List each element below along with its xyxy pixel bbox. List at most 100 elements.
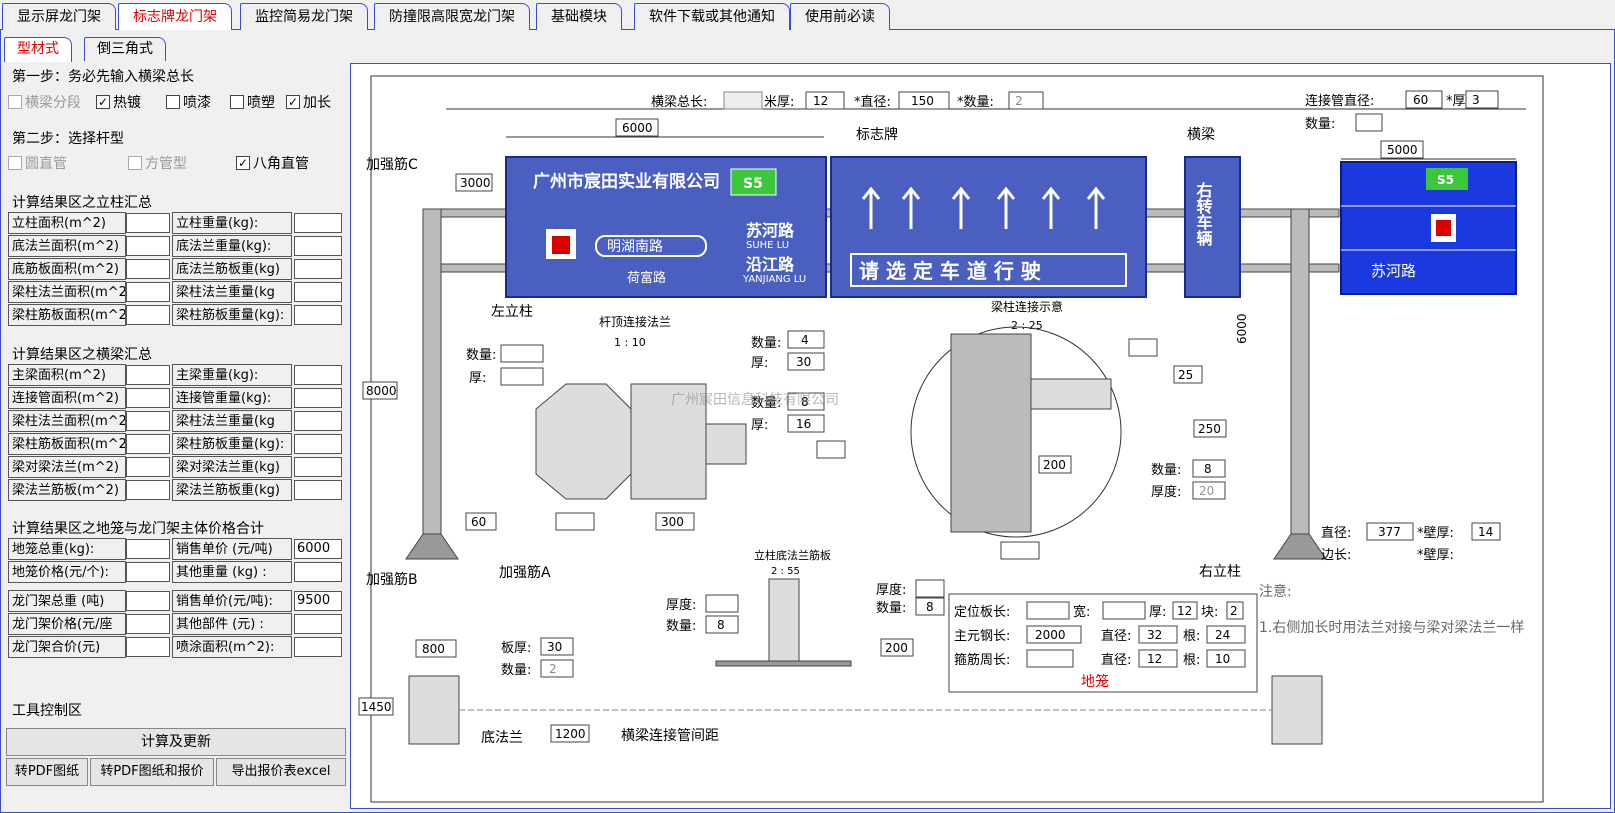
beam-sum-row: 梁柱法兰面积(m^2 梁柱法兰重量(kg [8,410,348,432]
beam-sum-input[interactable] [126,480,170,500]
tab-sign-gantry[interactable]: 标志牌龙门架 [118,3,232,31]
col-sum-input[interactable] [126,282,170,302]
col-wall-value: 14 [1478,525,1493,539]
beam-sum-label2: 主梁重量(kg): [172,364,292,386]
spray-paint-checkbox[interactable]: 喷漆 [166,92,211,112]
plate-thick-label: 板厚: [501,641,531,656]
sign1-road-yanjiang-en: YANJIANG LU [742,274,806,285]
tab-base-module[interactable]: 基础模块 [536,3,622,30]
col-sum-row: 立柱面积(m^2) 立柱重量(kg): [8,212,348,234]
conn-dia-label: 连接管直径: [1305,93,1374,109]
beam-sum-input[interactable] [126,411,170,431]
cage-price-input2[interactable]: 6000 [294,539,342,559]
col-sum-label: 梁柱法兰面积(m^2 [8,281,126,303]
cage-stirrup-dia-label: 直径: [1101,653,1131,668]
cage-price-label: 地笼价格(元/个): [8,561,126,583]
note-title: 注意: [1259,583,1292,600]
col-wall2-label: *壁厚: [1417,548,1454,563]
col-sum-input[interactable] [126,213,170,233]
cage-price-input[interactable] [126,562,170,582]
subtab-profile[interactable]: 型材式 [4,37,72,62]
beam-sum-input[interactable] [126,457,170,477]
hot-dip-checkbox[interactable]: ✓ 热镀 [96,92,141,112]
export-excel-button[interactable]: 导出报价表excel [216,758,346,786]
gantry-price-input[interactable] [126,614,170,634]
gantry-price-label2: 销售单价(元/吨): [172,590,292,612]
cage-stirrup-dia-value: 12 [1147,652,1162,666]
subtab-inverted-triangle[interactable]: 倒三角式 [84,37,166,61]
base-qty-label: 数量: [666,619,696,634]
beam-sum-input2[interactable] [294,388,342,408]
thick-value: 12 [813,94,828,108]
col-sum-input2[interactable] [294,259,342,279]
beam-col-title: 梁柱连接示意 [991,299,1063,314]
col-sum-input2[interactable] [294,305,342,325]
col-sum-input[interactable] [126,236,170,256]
col-sum-input[interactable] [126,259,170,279]
beam-length-input[interactable] [723,91,763,110]
sign1-road-suhe-en: SUHE LU [746,240,789,251]
gantry-price-label: 龙门架价格(元/座 [8,613,126,635]
square-pipe-checkbox[interactable]: 方管型 [128,153,187,173]
dim-200b: 200 [885,641,908,655]
calc-update-button[interactable]: 计算及更新 [6,728,346,756]
gantry-price-input2[interactable]: 9500 [294,591,342,611]
to-pdf-button[interactable]: 转PDF图纸 [6,758,88,786]
beam-sum-input2[interactable] [294,365,342,385]
beam-sum-row: 梁法兰筋板(m^2) 梁法兰筋板重(kg) [8,479,348,501]
conn-spacing-label: 横梁连接管间距 [621,727,719,744]
sign1-road-yanjiang: 沿江路 [746,255,795,274]
note-1: 1.右侧加长时用法兰对接与梁对梁法兰一样 [1259,619,1524,636]
col-sum-input2[interactable] [294,282,342,302]
beam-sum-input2[interactable] [294,457,342,477]
beam-sum-row: 主梁面积(m^2) 主梁重量(kg): [8,364,348,386]
cage-price-row: 地笼总重(kg): 销售单价 (元/吨) 6000 [8,538,348,560]
tab-display-gantry[interactable]: 显示屏龙门架 [2,3,116,30]
beam-sum-input2[interactable] [294,434,342,454]
beam-sum-input[interactable] [126,434,170,454]
bc-qty-label: 数量: [1151,463,1181,478]
to-pdf-quote-button[interactable]: 转PDF图纸和报价 [90,758,214,786]
beam-sum-input2[interactable] [294,411,342,431]
octagon-pipe-checkbox[interactable]: ✓ 八角直管 [236,153,309,173]
col-sum-label: 底法兰面积(m^2) [8,235,126,257]
beam-sum-input[interactable] [126,365,170,385]
spray-plastic-checkbox[interactable]: 喷塑 [230,92,275,112]
gantry-price-input2[interactable] [294,614,342,634]
beam-sum-input[interactable] [126,388,170,408]
sec1-title: 计算结果区之立柱汇总 [12,195,152,211]
cage-stirrup-count-value: 10 [1215,652,1230,666]
dim-250: 250 [1198,422,1221,436]
plate-qty-value: 2 [549,662,557,676]
base-flange-label: 底法兰 [481,730,523,746]
flange-thick-label: 厚: [469,371,486,386]
tab-height-limit-gantry[interactable]: 防撞限高限宽龙门架 [374,3,530,30]
cage-price-input[interactable] [126,539,170,559]
gantry-price-input2[interactable] [294,637,342,657]
cage-blocks-label: 块: [1201,605,1218,620]
beam-sum-row: 连接管面积(m^2) 连接管重量(kg): [8,387,348,409]
drawing-canvas: 横梁总长: 米厚: 12 *直径: 150 *数量: 2 连接管直径: 60 *… [350,63,1611,809]
beam-sum-label: 主梁面积(m^2) [8,364,126,386]
col-sum-row: 底筋板面积(m^2) 底法兰筋板重(kg) [8,258,348,280]
sign1-road-hefu: 荷富路 [627,270,666,286]
bolt-qty-label: 数量: [751,336,781,351]
col-sum-label2: 立柱重量(kg): [172,212,292,234]
sign2-text: 请 选 定 车 道 行 驶 [859,259,1041,283]
round-pipe-checkbox[interactable]: 圆直管 [8,153,67,173]
tab-download-notice[interactable]: 软件下载或其他通知 [634,3,790,30]
col-sum-input[interactable] [126,305,170,325]
gantry-price-input[interactable] [126,591,170,611]
beam-sum-input2[interactable] [294,480,342,500]
rib2-qty-value: 8 [926,600,934,614]
tab-monitor-gantry[interactable]: 监控简易龙门架 [240,3,368,30]
tab-read-before-use[interactable]: 使用前必读 [790,3,890,30]
extend-checkbox[interactable]: ✓ 加长 [286,92,331,112]
col-sum-input2[interactable] [294,213,342,233]
watermark: 广州宸田信息科技有限公司 [671,391,839,408]
cage-price-input2[interactable] [294,562,342,582]
conn-thick-label: *厚 [1446,94,1466,109]
gantry-price-input[interactable] [126,637,170,657]
beam-segment-checkbox[interactable]: 横梁分段 [8,92,81,112]
col-sum-input2[interactable] [294,236,342,256]
